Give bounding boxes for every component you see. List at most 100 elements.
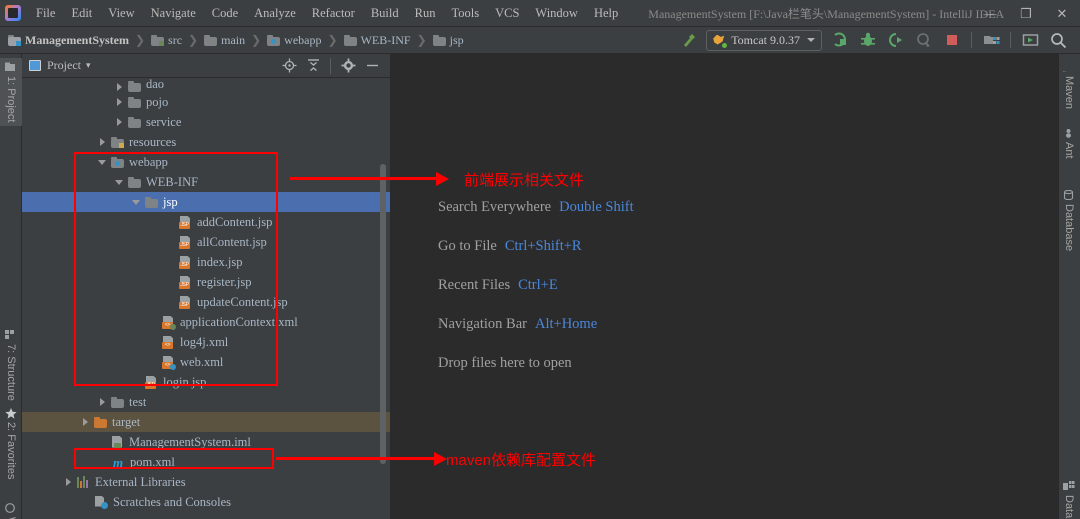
breadcrumb-item-jsp[interactable]: jsp bbox=[432, 33, 464, 48]
breadcrumb-label: WEB-INF bbox=[360, 32, 411, 47]
project-tree-scrollbar[interactable] bbox=[380, 164, 386, 464]
menu-item-window[interactable]: Window bbox=[527, 0, 586, 27]
run-configuration-selector[interactable]: Tomcat 9.0.37 bbox=[706, 29, 822, 51]
tree-row[interactable]: JSP index.jsp bbox=[22, 252, 390, 272]
menu-item-help[interactable]: Help bbox=[586, 0, 626, 27]
tree-row[interactable]: jsp bbox=[22, 192, 390, 212]
right-sidebar-item-maven[interactable]: m Maven bbox=[1058, 58, 1080, 113]
menu-item-code[interactable]: Code bbox=[204, 0, 246, 27]
tree-toggle-right-icon[interactable] bbox=[115, 82, 125, 92]
tree-row[interactable]: <> web.xml bbox=[22, 352, 390, 372]
project-structure-icon[interactable] bbox=[978, 29, 1004, 51]
breadcrumb-item-web-inf[interactable]: WEB-INF bbox=[343, 32, 411, 48]
menu-item-navigate[interactable]: Navigate bbox=[143, 0, 204, 27]
tree-row[interactable]: Scratches and Consoles bbox=[22, 492, 390, 512]
stop-icon[interactable] bbox=[939, 29, 965, 51]
project-panel-title: Project bbox=[47, 58, 81, 72]
update-icon[interactable] bbox=[1017, 29, 1043, 51]
menu-item-analyze[interactable]: Analyze bbox=[246, 0, 304, 27]
debug-icon[interactable] bbox=[855, 29, 881, 51]
minimize-button[interactable]: — bbox=[972, 0, 1008, 27]
tree-row[interactable]: JSP login.jsp bbox=[22, 372, 390, 392]
menu-item-vcs[interactable]: VCS bbox=[487, 0, 527, 27]
maximize-button[interactable]: ❐ bbox=[1008, 0, 1044, 27]
tree-row[interactable]: <> applicationContext.xml bbox=[22, 312, 390, 332]
right-sidebar-item-database[interactable]: Database bbox=[1058, 186, 1080, 255]
breadcrumb-item-webapp[interactable]: webapp bbox=[267, 33, 322, 48]
tree-row-label: applicationContext.xml bbox=[180, 314, 298, 329]
tree-row[interactable]: pojo bbox=[22, 92, 390, 112]
breadcrumb-item-main[interactable]: main bbox=[204, 33, 245, 48]
breadcrumb-item-src[interactable]: src bbox=[151, 33, 182, 48]
tip-go-to-file: Go to File Ctrl+Shift+R bbox=[438, 238, 634, 255]
settings-gear-icon[interactable] bbox=[337, 56, 359, 76]
close-button[interactable]: ✕ bbox=[1044, 0, 1080, 27]
tree-row[interactable]: webapp bbox=[22, 152, 390, 172]
tree-row[interactable]: service bbox=[22, 112, 390, 132]
tree-toggle-right-icon[interactable] bbox=[98, 137, 108, 147]
tree-row-label: resources bbox=[129, 134, 177, 149]
tree-row[interactable]: m pom.xml bbox=[22, 452, 390, 472]
tree-row[interactable]: target bbox=[22, 412, 390, 432]
tree-row[interactable]: WEB-INF bbox=[22, 172, 390, 192]
menu-item-edit[interactable]: Edit bbox=[63, 0, 100, 27]
intellij-logo-icon bbox=[5, 5, 21, 21]
menu-item-refactor[interactable]: Refactor bbox=[304, 0, 363, 27]
package-folder-icon bbox=[128, 96, 141, 108]
right-sidebar-item-database-bottom[interactable]: Database bbox=[1058, 477, 1080, 519]
sidebar-item-favorites[interactable]: 2: Favorites bbox=[0, 404, 22, 483]
tree-toggle-right-icon[interactable] bbox=[98, 397, 108, 407]
tree-row[interactable]: ManagementSystem.iml bbox=[22, 432, 390, 452]
run-with-coverage-icon[interactable] bbox=[883, 29, 909, 51]
sidebar-item-structure[interactable]: 7: Structure bbox=[0, 326, 22, 405]
project-panel-toolbar bbox=[277, 56, 390, 76]
right-sidebar-item-ant[interactable]: Ant bbox=[1058, 124, 1080, 163]
right-sidebar-item-label: Database bbox=[1063, 495, 1075, 519]
collapse-all-icon[interactable] bbox=[302, 56, 324, 76]
sidebar-item-web[interactable]: Web bbox=[0, 499, 22, 519]
tree-row[interactable]: JSP updateContent.jsp bbox=[22, 292, 390, 312]
tree-row[interactable]: <> log4j.xml bbox=[22, 332, 390, 352]
menu-item-build[interactable]: Build bbox=[363, 0, 407, 27]
tree-row[interactable]: JSP allContent.jsp bbox=[22, 232, 390, 252]
tree-toggle-right-icon[interactable] bbox=[115, 97, 125, 107]
breadcrumb-item-managementsystem[interactable]: ManagementSystem bbox=[8, 33, 129, 48]
run-icon[interactable] bbox=[827, 29, 853, 51]
tree-row[interactable]: dao bbox=[22, 78, 390, 92]
menu-item-file[interactable]: File bbox=[28, 0, 63, 27]
tree-row[interactable]: test bbox=[22, 392, 390, 412]
chevron-down-icon[interactable]: ▾ bbox=[86, 60, 91, 71]
tree-row[interactable]: resources bbox=[22, 132, 390, 152]
tree-row-label: web.xml bbox=[180, 354, 224, 369]
tree-toggle-right-icon[interactable] bbox=[115, 117, 125, 127]
tree-row[interactable]: JSP register.jsp bbox=[22, 272, 390, 292]
tree-toggle-right-icon[interactable] bbox=[64, 477, 74, 487]
tree-toggle-down-icon[interactable] bbox=[115, 177, 125, 187]
annotation-arrow-head-1 bbox=[436, 171, 449, 186]
tree-row[interactable]: External Libraries bbox=[22, 472, 390, 492]
package-folder-icon bbox=[128, 81, 141, 92]
hammer-icon[interactable] bbox=[675, 29, 701, 51]
tree-toggle-down-icon[interactable] bbox=[132, 197, 142, 207]
menu-item-view[interactable]: View bbox=[100, 0, 142, 27]
search-icon[interactable] bbox=[1045, 29, 1071, 51]
breadcrumb: ManagementSystem ❯ src ❯ main ❯ webapp ❯… bbox=[0, 33, 464, 48]
tree-toggle-down-icon[interactable] bbox=[98, 157, 108, 167]
tree-toggle-right-icon[interactable] bbox=[81, 417, 91, 427]
project-tree[interactable]: dao pojo service resources webapp WEB-INF jsp J… bbox=[22, 78, 390, 519]
menu-item-tools[interactable]: Tools bbox=[443, 0, 487, 27]
hide-icon[interactable] bbox=[361, 56, 383, 76]
sidebar-item-project[interactable]: 1: Project bbox=[0, 58, 22, 127]
web-folder-icon bbox=[267, 34, 281, 46]
locate-icon[interactable] bbox=[278, 56, 300, 76]
profiler-icon[interactable] bbox=[911, 29, 937, 51]
tree-row[interactable]: JSP addContent.jsp bbox=[22, 212, 390, 232]
menu-item-run[interactable]: Run bbox=[407, 0, 444, 27]
